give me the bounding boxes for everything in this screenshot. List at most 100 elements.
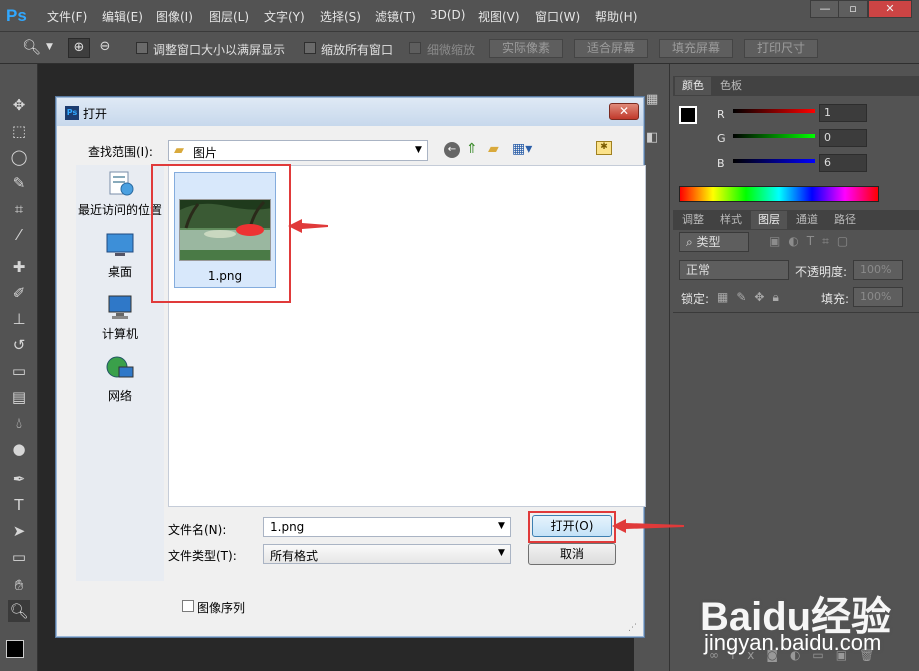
image-sequence-label: 图像序列 xyxy=(197,601,246,615)
history-panel-icon[interactable]: ▦ xyxy=(646,92,658,107)
cancel-button[interactable]: 取消 xyxy=(528,543,616,565)
zoom-in-icon[interactable]: ⊕ xyxy=(68,38,90,58)
tab-layers[interactable]: 图层 xyxy=(751,211,787,229)
menu-image[interactable]: 图像(I) xyxy=(156,8,193,25)
layer-filter-select[interactable]: ⌕ 类型 xyxy=(679,232,749,252)
layer-filter-icons[interactable]: ▣◐T⌗▢ xyxy=(769,234,856,249)
blue-value-input[interactable]: 6 xyxy=(819,154,867,172)
actual-pixels-button[interactable]: 实际像素 xyxy=(489,39,563,58)
scrubby-zoom-checkbox[interactable] xyxy=(409,42,421,54)
green-slider[interactable] xyxy=(733,134,815,138)
computer-icon xyxy=(108,295,132,319)
zoom-tool-icon[interactable]: 🔍︎ xyxy=(8,600,30,622)
lookin-select[interactable]: ▰ 图片 ▼ xyxy=(168,140,428,161)
resize-windows-checkbox[interactable] xyxy=(136,42,148,54)
filetype-value: 所有格式 xyxy=(270,549,319,563)
menu-type[interactable]: 文字(Y) xyxy=(264,8,305,25)
brush-tool-icon[interactable]: ✐ xyxy=(8,282,30,304)
opacity-input[interactable]: 100% xyxy=(853,260,903,280)
tab-paths[interactable]: 路径 xyxy=(827,211,863,229)
place-computer-label: 计算机 xyxy=(101,327,138,341)
quick-select-icon[interactable]: ✎ xyxy=(8,172,30,194)
pen-tool-icon[interactable]: ✒ xyxy=(8,468,30,490)
type-tool-icon[interactable]: T xyxy=(8,494,30,516)
crop-tool-icon[interactable]: ⌗ xyxy=(8,198,30,220)
zoom-all-checkbox[interactable] xyxy=(304,42,316,54)
zoom-all-label: 缩放所有窗口 xyxy=(321,43,394,57)
tab-channels[interactable]: 通道 xyxy=(789,211,825,229)
fit-screen-button[interactable]: 适合屏幕 xyxy=(574,39,648,58)
shape-tool-icon[interactable]: ▭ xyxy=(8,546,30,568)
dodge-tool-icon[interactable]: ● xyxy=(8,438,30,460)
zoom-out-icon[interactable]: ⊖ xyxy=(94,38,116,58)
red-slider[interactable] xyxy=(733,109,815,113)
foreground-color-swatch[interactable] xyxy=(6,640,24,658)
chevron-down-icon: ▼ xyxy=(415,145,422,155)
red-value-input[interactable]: 1 xyxy=(819,104,867,122)
gradient-tool-icon[interactable]: ▤ xyxy=(8,386,30,408)
filetype-select[interactable]: 所有格式 ▼ xyxy=(263,544,511,564)
path-select-icon[interactable]: ➤ xyxy=(8,520,30,542)
dialog-titlebar: Ps 打开 ✕ xyxy=(57,98,643,126)
properties-panel-icon[interactable]: ◧ xyxy=(646,130,658,145)
fill-input[interactable]: 100% xyxy=(853,287,903,307)
blend-mode-select[interactable]: 正常 xyxy=(679,260,789,280)
tab-swatches[interactable]: 色板 xyxy=(713,77,749,95)
close-icon[interactable]: ✕ xyxy=(609,103,639,120)
tab-styles[interactable]: 样式 xyxy=(713,211,749,229)
print-size-button[interactable]: 打印尺寸 xyxy=(744,39,818,58)
photoshop-logo: Ps xyxy=(6,6,27,25)
opacity-label: 不透明度: xyxy=(795,265,848,279)
filename-input[interactable]: 1.png ▼ xyxy=(263,517,511,537)
hand-tool-icon[interactable]: ✋︎ xyxy=(8,574,30,596)
menu-view[interactable]: 视图(V) xyxy=(478,8,520,25)
eyedropper-icon[interactable]: ⁄ xyxy=(8,224,30,246)
menu-select[interactable]: 选择(S) xyxy=(320,8,361,25)
blur-tool-icon[interactable]: 💧︎ xyxy=(8,412,30,434)
zoom-tool-icon[interactable]: 🔍︎ xyxy=(22,38,41,56)
stamp-tool-icon[interactable]: ⊥ xyxy=(8,308,30,330)
adobe-bridge-icon[interactable]: ✱ xyxy=(596,141,612,155)
recent-places-icon xyxy=(109,171,134,196)
menu-edit[interactable]: 编辑(E) xyxy=(102,8,143,25)
tab-color[interactable]: 颜色 xyxy=(675,77,711,95)
chevron-down-icon: ▼ xyxy=(498,548,505,558)
maximize-icon[interactable]: ▫ xyxy=(838,0,868,18)
place-network[interactable]: 网络 xyxy=(76,355,164,404)
minimize-icon[interactable]: — xyxy=(810,0,840,18)
image-sequence-checkbox[interactable] xyxy=(182,600,194,612)
lookin-value: 图片 xyxy=(193,146,218,160)
scrubby-zoom-label: 细微缩放 xyxy=(427,43,476,57)
lock-icons[interactable]: ▦✎✥🔒︎ xyxy=(717,290,787,305)
history-brush-icon[interactable]: ↺ xyxy=(8,334,30,356)
foreground-color-swatch[interactable] xyxy=(679,106,697,124)
up-folder-icon[interactable]: ⇑ xyxy=(466,141,478,157)
menu-help[interactable]: 帮助(H) xyxy=(595,8,637,25)
menu-layer[interactable]: 图层(L) xyxy=(209,8,249,25)
lasso-tool-icon[interactable]: ◯ xyxy=(8,146,30,168)
marquee-tool-icon[interactable]: ⬚ xyxy=(8,120,30,142)
blue-slider[interactable] xyxy=(733,159,815,163)
red-label: R xyxy=(717,108,725,121)
green-value-input[interactable]: 0 xyxy=(819,129,867,147)
resize-grip-icon[interactable]: ⋰ xyxy=(628,623,637,633)
chevron-down-icon[interactable]: ▼ xyxy=(46,42,53,52)
menu-file[interactable]: 文件(F) xyxy=(47,8,87,25)
folder-icon: ▰ xyxy=(174,143,184,158)
menu-filter[interactable]: 滤镜(T) xyxy=(375,8,416,25)
blue-label: B xyxy=(717,157,725,170)
move-tool-icon[interactable]: ✥ xyxy=(8,94,30,116)
view-menu-icon[interactable]: ▦▾ xyxy=(512,141,532,157)
color-spectrum-ramp[interactable] xyxy=(679,186,879,202)
eraser-tool-icon[interactable]: ▭ xyxy=(8,360,30,382)
resize-windows-label: 调整窗口大小以满屏显示 xyxy=(153,43,286,57)
open-button[interactable]: 打开(O) xyxy=(532,515,612,537)
close-icon[interactable]: ✕ xyxy=(868,0,912,18)
back-icon[interactable]: ← xyxy=(444,142,460,158)
new-folder-icon[interactable]: ▰ xyxy=(488,141,499,157)
menu-3d[interactable]: 3D(D) xyxy=(430,8,465,22)
tab-adjustments[interactable]: 调整 xyxy=(675,211,711,229)
menu-window[interactable]: 窗口(W) xyxy=(535,8,580,25)
healing-brush-icon[interactable]: ✚ xyxy=(8,256,30,278)
fill-screen-button[interactable]: 填充屏幕 xyxy=(659,39,733,58)
